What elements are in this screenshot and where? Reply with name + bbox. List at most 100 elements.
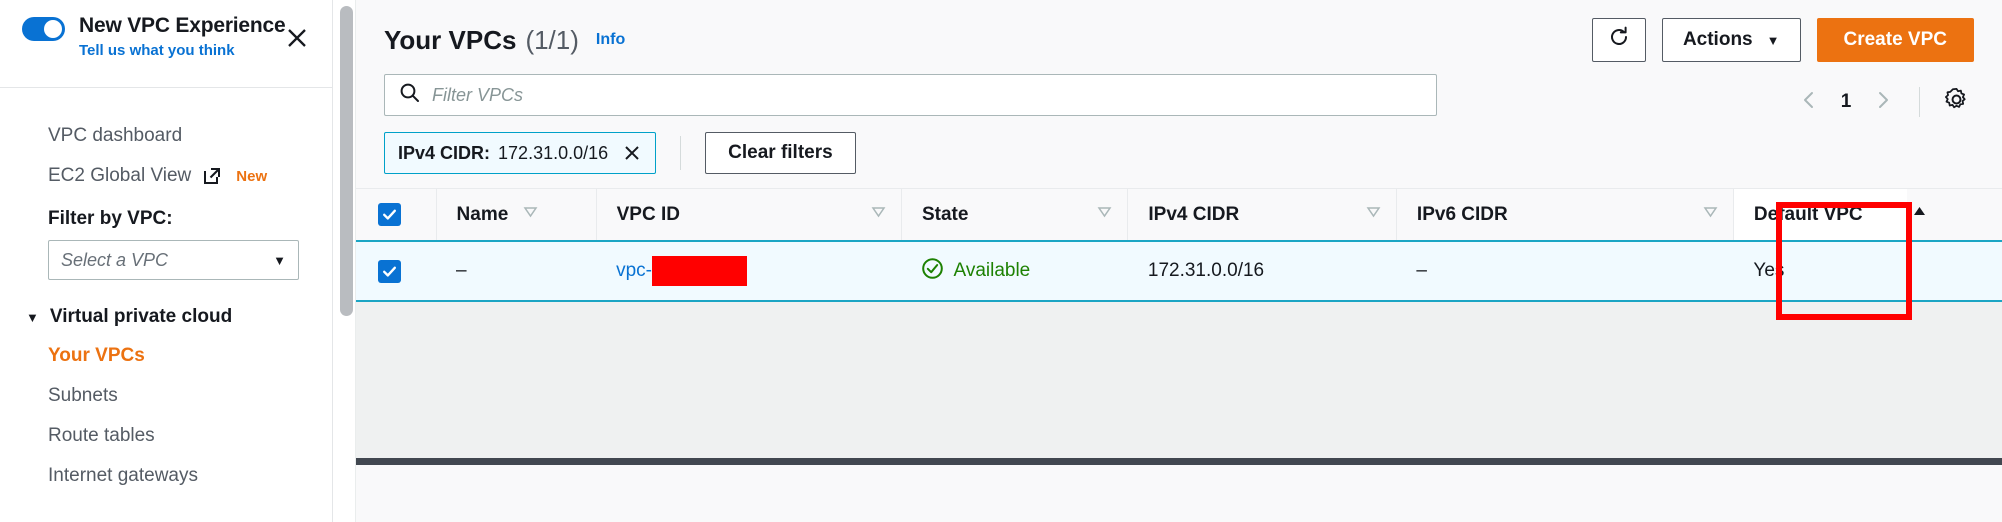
column-header-label: Name: [456, 203, 509, 225]
info-link[interactable]: Info: [596, 31, 625, 49]
column-header-state[interactable]: State: [900, 188, 1128, 242]
header-actions: Actions ▼ Create VPC: [1591, 18, 1974, 62]
cell-value: Yes: [1753, 260, 1785, 281]
sidebar-item-route-tables[interactable]: Route tables: [0, 416, 332, 456]
row-checkbox[interactable]: [378, 259, 401, 283]
refresh-button[interactable]: [1591, 18, 1646, 62]
cell-value: –: [1416, 260, 1427, 281]
main-content: Your VPCs (1/1) Info Actions ▼ Create VP…: [355, 0, 2002, 522]
sidebar-item-label: EC2 Global View: [48, 165, 192, 186]
column-header-label: State: [921, 203, 969, 225]
vpc-id-link[interactable]: vpc-: [616, 260, 652, 282]
close-icon[interactable]: [622, 143, 642, 163]
create-vpc-button-label: Create VPC: [1843, 29, 1948, 50]
vpc-console-screen: New VPC Experience Tell us what you thin…: [0, 0, 2002, 522]
vertical-scrollbar[interactable]: [340, 6, 353, 316]
clear-filters-button[interactable]: Clear filters: [705, 132, 856, 174]
cell-value: 172.31.0.0/16: [1147, 260, 1265, 281]
sort-icon: [1096, 203, 1113, 226]
table-empty-area: [356, 302, 2002, 477]
sidebar-item-label: Route tables: [48, 425, 155, 446]
cell-vpc-id: vpc-: [596, 240, 902, 302]
table-bottom-strip: [356, 465, 2002, 477]
sidebar-item-your-vpcs[interactable]: Your VPCs: [0, 336, 332, 376]
redaction-block: [652, 256, 747, 286]
cell-value: Available: [953, 260, 1031, 281]
refresh-icon: [1607, 25, 1631, 55]
search-input-placeholder: Filter VPCs: [432, 84, 524, 105]
chevron-down-icon: ▼: [273, 252, 286, 268]
sidebar-body: VPC dashboard EC2 Global View New Filter…: [0, 88, 332, 496]
close-icon[interactable]: [284, 25, 310, 51]
pagination-prev-button[interactable]: [1789, 82, 1829, 122]
sidebar-item-label: VPC dashboard: [48, 125, 183, 146]
sidebar-header: New VPC Experience Tell us what you thin…: [0, 0, 332, 88]
cell-name: –: [436, 240, 597, 302]
cell-state: Available: [901, 240, 1128, 302]
table-settings-button[interactable]: [1936, 82, 1976, 122]
vpc-table: Name VPC ID State IPv4 CIDR IPv6 CIDR De…: [356, 188, 2002, 477]
column-header-default-vpc-sort[interactable]: [1907, 188, 2002, 242]
chevron-right-icon: [1873, 90, 1893, 115]
column-header-label: VPC ID: [616, 203, 680, 225]
filter-token-row: IPv4 CIDR: 172.31.0.0/16 Clear filters: [356, 116, 2002, 174]
sidebar-item-subnets[interactable]: Subnets: [0, 376, 332, 416]
sort-icon: [1702, 203, 1719, 226]
page-title-count: (1/1): [525, 24, 579, 55]
vpc-select[interactable]: Select a VPC ▼: [48, 240, 299, 280]
column-header-default-vpc[interactable]: Default VPC: [1732, 188, 1908, 242]
sidebar-item-label: Internet gateways: [48, 465, 198, 486]
table-header-row: Name VPC ID State IPv4 CIDR IPv6 CIDR De…: [356, 188, 2002, 242]
chevron-down-icon: ▼: [26, 309, 39, 325]
pagination-next-button[interactable]: [1863, 82, 1903, 122]
filter-token-value: 172.31.0.0/16: [498, 142, 609, 163]
sidebar-item-label: Subnets: [48, 385, 118, 406]
sidebar-group-virtual-private-cloud[interactable]: ▼ Virtual private cloud: [0, 280, 332, 336]
vpc-select-placeholder: Select a VPC: [61, 249, 169, 270]
divider: [680, 136, 682, 170]
clear-filters-label: Clear filters: [728, 142, 833, 163]
sidebar-item-internet-gateways[interactable]: Internet gateways: [0, 456, 332, 496]
pagination: 1: [1789, 82, 1976, 122]
status-available-icon: [921, 257, 944, 286]
filter-by-vpc-label: Filter by VPC:: [48, 208, 173, 229]
chevron-down-icon: ▼: [1766, 32, 1780, 48]
sort-icon: [522, 203, 539, 226]
cell-ipv6-cidr: –: [1396, 240, 1734, 302]
sidebar-group-label: Virtual private cloud: [49, 306, 233, 327]
sidebar: New VPC Experience Tell us what you thin…: [0, 0, 333, 522]
new-vpc-experience-toggle[interactable]: [22, 17, 65, 41]
column-header-vpc-id[interactable]: VPC ID: [595, 188, 902, 242]
cell-default-vpc: Yes: [1733, 240, 1908, 302]
select-all-checkbox[interactable]: [378, 203, 401, 226]
search-icon: [399, 82, 420, 108]
actions-button-label: Actions: [1682, 29, 1753, 50]
filter-token-ipv4-cidr[interactable]: IPv4 CIDR: 172.31.0.0/16: [384, 132, 657, 174]
new-badge: New: [236, 167, 268, 185]
sidebar-item-vpc-dashboard[interactable]: VPC dashboard: [0, 116, 332, 156]
horizontal-scrollbar[interactable]: [356, 458, 2002, 465]
column-header-ipv6-cidr[interactable]: IPv6 CIDR: [1395, 188, 1734, 242]
filter-token-key: IPv4 CIDR:: [398, 142, 491, 163]
divider: [1919, 87, 1920, 117]
actions-button[interactable]: Actions ▼: [1661, 18, 1801, 62]
sort-asc-icon: [1911, 203, 1928, 226]
gear-icon: [1944, 87, 1969, 117]
search-row: Filter VPCs: [356, 62, 2002, 116]
table-row[interactable]: – vpc- Available 172.31.0.0/16 – Yes: [356, 240, 2002, 302]
sidebar-item-ec2-global-view[interactable]: EC2 Global View New: [0, 156, 332, 196]
search-input[interactable]: Filter VPCs: [384, 74, 1437, 116]
select-all-header: [356, 188, 437, 242]
pagination-page-1[interactable]: 1: [1829, 91, 1863, 113]
cell-value: –: [456, 260, 467, 281]
column-header-ipv4-cidr[interactable]: IPv4 CIDR: [1127, 188, 1397, 242]
feedback-link[interactable]: Tell us what you think: [79, 42, 310, 59]
create-vpc-button[interactable]: Create VPC: [1816, 18, 1974, 62]
column-header-label: Default VPC: [1753, 203, 1863, 225]
column-header-name[interactable]: Name: [435, 188, 597, 242]
cell-spacer: [1907, 240, 2002, 302]
column-header-label: IPv6 CIDR: [1416, 203, 1508, 225]
external-link-icon: [202, 166, 222, 186]
sidebar-item-label: Your VPCs: [48, 345, 145, 366]
column-header-label: IPv4 CIDR: [1148, 203, 1240, 225]
